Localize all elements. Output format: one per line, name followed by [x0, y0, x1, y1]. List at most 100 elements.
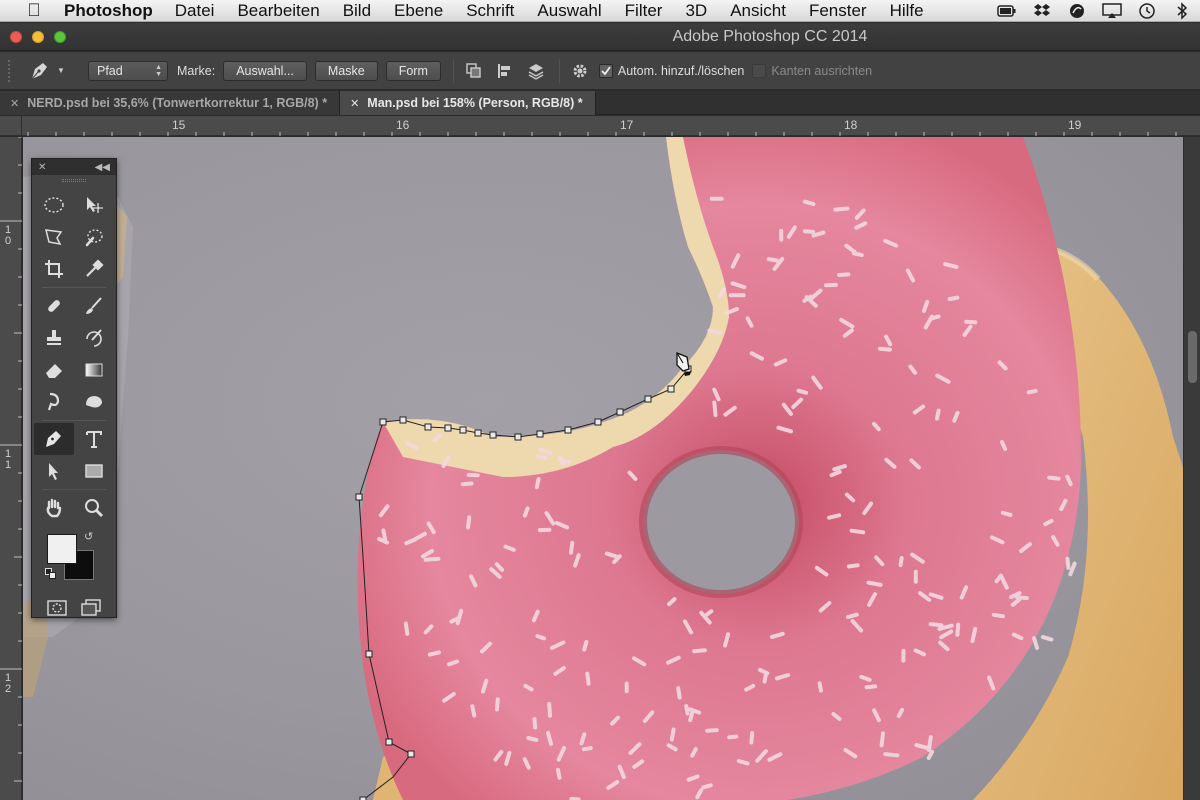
- tool-history-brush[interactable]: [74, 322, 114, 354]
- path-anchor-point: [407, 750, 415, 758]
- path-anchor-point: [514, 433, 522, 441]
- swap-colors-icon[interactable]: ↺: [84, 530, 93, 543]
- tool-rectangle[interactable]: [74, 455, 114, 487]
- move-icon: [87, 197, 103, 213]
- tool-crop[interactable]: [34, 253, 74, 285]
- tools-panel: ✕ ◀◀ ↺: [31, 158, 117, 618]
- tools-panel-grip[interactable]: [32, 175, 116, 185]
- menu-bearbeiten[interactable]: Bearbeiten: [237, 1, 319, 21]
- bluetooth-icon[interactable]: [1172, 1, 1192, 21]
- quick-mask-icon[interactable]: [46, 598, 68, 618]
- scrollbar-thumb[interactable]: [1188, 331, 1197, 383]
- menu-app-photoshop[interactable]: Photoshop: [64, 1, 153, 21]
- tool-move[interactable]: [74, 189, 114, 221]
- tool-dodge[interactable]: [74, 386, 114, 418]
- tool-brush[interactable]: [74, 290, 114, 322]
- menu-hilfe[interactable]: Hilfe: [890, 1, 924, 21]
- tool-pen[interactable]: [34, 423, 74, 455]
- path-anchor-point: [379, 418, 387, 426]
- pen-tool-icon: [31, 62, 47, 79]
- close-icon[interactable]: ✕: [10, 97, 19, 110]
- align-edges-checkbox[interactable]: [752, 63, 767, 78]
- document-canvas[interactable]: [23, 137, 1183, 800]
- menu-filter[interactable]: Filter: [625, 1, 663, 21]
- close-window-button[interactable]: [10, 31, 22, 43]
- path-anchor-point: [444, 424, 452, 432]
- tool-gradient[interactable]: [74, 354, 114, 386]
- tool-hand[interactable]: [34, 492, 74, 524]
- elliptical-marquee-icon: [44, 197, 64, 213]
- apple-icon[interactable]: : [22, 0, 46, 21]
- eraser-icon: [46, 364, 62, 378]
- menu-fenster[interactable]: Fenster: [809, 1, 867, 21]
- tool-clone-stamp[interactable]: [34, 322, 74, 354]
- tools-panel-header[interactable]: ✕ ◀◀: [32, 159, 116, 175]
- menu-ansicht[interactable]: Ansicht: [730, 1, 786, 21]
- smudge-icon: [47, 392, 60, 411]
- dropbox-icon[interactable]: [1032, 1, 1052, 21]
- mode-row: [32, 598, 116, 618]
- tool-healing-brush[interactable]: [34, 290, 74, 322]
- tool-quick-selection[interactable]: [74, 221, 114, 253]
- tool-zoom[interactable]: [74, 492, 114, 524]
- minimize-window-button[interactable]: [32, 31, 44, 43]
- path-mode-value: Pfad: [97, 63, 123, 78]
- vertical-scrollbar[interactable]: [1183, 137, 1200, 800]
- ruler-label: 11: [4, 448, 12, 471]
- auto-add-delete-checkbox[interactable]: [598, 63, 613, 78]
- menu-schrift[interactable]: Schrift: [466, 1, 514, 21]
- ruler-label: 17: [620, 118, 634, 132]
- tools-grid: [32, 189, 116, 524]
- ruler-label: 15: [172, 118, 186, 132]
- path-anchor-point: [474, 429, 482, 437]
- screen-mode-icon[interactable]: [80, 598, 102, 618]
- path-arrangement-icon[interactable]: [525, 60, 547, 82]
- hand-icon: [46, 498, 62, 518]
- tab-man-psd[interactable]: ✕ Man.psd bei 158% (Person, RGB/8) *: [340, 91, 596, 115]
- default-colors-icon[interactable]: [45, 568, 57, 580]
- close-icon[interactable]: ✕: [350, 97, 359, 110]
- ruler-origin[interactable]: [0, 116, 22, 136]
- tool-eyedropper[interactable]: [74, 253, 114, 285]
- tool-elliptical-marquee[interactable]: [34, 189, 74, 221]
- foreground-color-swatch[interactable]: [47, 534, 77, 564]
- path-anchor-point: [564, 426, 572, 434]
- tool-smudge[interactable]: [34, 386, 74, 418]
- path-anchor-point: [355, 493, 363, 501]
- path-anchor-point: [489, 431, 497, 439]
- tool-type[interactable]: [74, 423, 114, 455]
- battery-icon[interactable]: [997, 1, 1017, 21]
- menu-3d[interactable]: 3D: [685, 1, 707, 21]
- gear-icon[interactable]: [569, 60, 591, 82]
- ruler-label: 16: [396, 118, 410, 132]
- auto-add-delete-label: Autom. hinzuf./löschen: [617, 63, 745, 78]
- menu-auswahl[interactable]: Auswahl: [537, 1, 601, 21]
- tool-preset-picker[interactable]: ▼: [28, 58, 78, 84]
- path-operations-icon[interactable]: [463, 60, 485, 82]
- options-bar-grip[interactable]: [8, 59, 16, 82]
- airplay-icon[interactable]: [1102, 1, 1122, 21]
- path-mode-select[interactable]: Pfad ▲ ▼: [88, 60, 168, 81]
- selection-button[interactable]: Auswahl...: [223, 60, 307, 81]
- tool-polygonal-lasso[interactable]: [34, 221, 74, 253]
- healing-brush-icon: [48, 300, 60, 312]
- cloud-icon[interactable]: [1067, 1, 1087, 21]
- vertical-ruler[interactable]: 10 11 12: [0, 137, 22, 800]
- document-tabbar: ✕ NERD.psd bei 35,6% (Tonwertkorrektur 1…: [0, 91, 1200, 115]
- tool-path-selection[interactable]: [34, 455, 74, 487]
- close-icon[interactable]: ✕: [38, 162, 46, 173]
- menu-ebene[interactable]: Ebene: [394, 1, 443, 21]
- tool-eraser[interactable]: [34, 354, 74, 386]
- menu-datei[interactable]: Datei: [175, 1, 215, 21]
- time-machine-icon[interactable]: [1137, 1, 1157, 21]
- mask-button[interactable]: Maske: [314, 60, 378, 81]
- path-anchor-point: [644, 395, 652, 403]
- horizontal-ruler[interactable]: 15 16 17 18 19: [22, 116, 1200, 136]
- window-controls: [10, 31, 66, 43]
- menu-bild[interactable]: Bild: [343, 1, 371, 21]
- collapse-icon[interactable]: ◀◀: [95, 162, 110, 173]
- shape-button[interactable]: Form: [385, 60, 441, 81]
- path-alignment-icon[interactable]: [494, 60, 516, 82]
- zoom-window-button[interactable]: [54, 31, 66, 43]
- tab-nerd-psd[interactable]: ✕ NERD.psd bei 35,6% (Tonwertkorrektur 1…: [0, 91, 341, 115]
